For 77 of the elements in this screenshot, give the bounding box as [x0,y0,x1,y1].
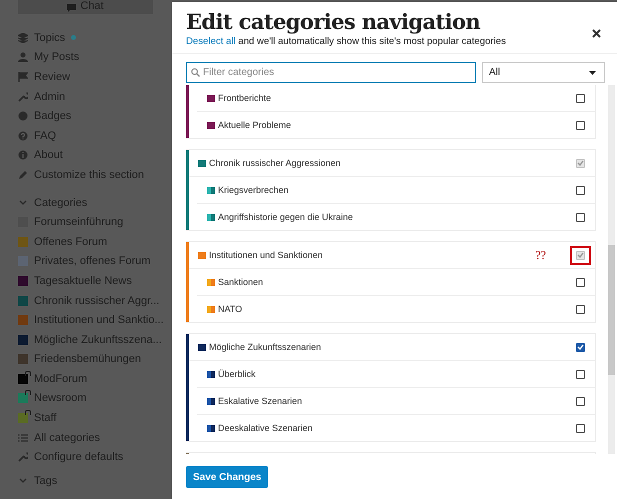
category-swatch-icon [207,214,215,220]
category-link[interactable]: Friedensbemühungen [34,353,142,366]
nav-link[interactable]: All categories [34,432,100,444]
category-link[interactable]: Privates, offenes Forum [34,255,151,268]
nav-link[interactable]: Badges [34,110,72,122]
category-name: Angriffshistorie gegen die Ukraine [218,212,354,222]
category-swatch-icon [207,398,215,404]
wrench-icon [18,452,28,462]
help-icon [18,130,28,141]
checkbox[interactable] [576,342,585,352]
nav-link[interactable]: Topics [34,32,66,44]
dialog-title: Edit categories navigation [186,10,482,34]
category-name: Institutionen und Sanktionen [209,250,324,260]
category-name: Frontberichte [218,93,272,103]
list-icon [18,432,28,443]
nav-link[interactable]: FAQ [34,130,56,142]
category-link[interactable]: Staff [34,412,56,424]
checkbox[interactable] [576,396,585,406]
category-swatch-icon [207,370,215,378]
flag-icon [18,72,28,82]
annotation-text: ?? [535,248,546,262]
pencil-icon [18,170,28,180]
category-link[interactable]: Tagesaktuelle News [34,274,132,287]
checkbox[interactable] [576,424,585,432]
info-icon [18,150,28,160]
category-link[interactable]: Newsroom [34,392,87,404]
category-swatch-icon [207,122,215,128]
close-icon [592,28,600,38]
category-swatch-icon [207,278,215,286]
deselect-all-link[interactable]: Deselect all [186,36,236,47]
checkbox[interactable] [576,94,585,102]
nav-link[interactable]: Review [34,70,70,83]
caret-icon [589,70,596,74]
person-icon [18,52,28,62]
category-name: Kriegsverbrechen [218,185,290,195]
category-swatch-icon [207,186,215,194]
category-link[interactable]: Forumseinführung [34,216,124,228]
section-heading[interactable]: Categories [34,196,88,209]
save-changes-button[interactable]: Save Changes [186,466,268,488]
section-heading[interactable]: Tags [34,474,58,487]
checkbox[interactable] [576,370,585,378]
checkbox[interactable] [576,278,585,286]
category-name: Überblick [218,369,257,379]
wrench-icon [18,92,28,102]
category-link[interactable]: Offenes Forum [34,236,108,248]
category-name: Chronik russischer Aggressionen [209,158,342,168]
scope-dropdown[interactable]: All [482,62,605,83]
category-swatch-icon [207,424,215,432]
category-name: Sanktionen [218,277,264,287]
nav-link[interactable]: Configure defaults [34,451,124,464]
nav-link[interactable]: Admin [34,90,66,103]
dialog-subtitle: Deselect all and we'll automatically show this site's most popular categories [186,36,506,47]
category-name: Aktuelle Probleme [218,120,292,130]
category-swatch-icon [207,306,215,312]
checkbox[interactable] [576,186,585,194]
category-link[interactable]: Chronik russischer Aggr... [34,294,160,307]
chevron-down-icon [19,478,27,484]
checkbox[interactable] [576,304,585,314]
category-link[interactable]: Institutionen und Sanktio... [34,314,164,326]
category-name: Deeskalative Szenarien [218,423,314,433]
category-link[interactable]: ModForum [34,372,88,385]
layers-icon [18,32,28,43]
category-swatch-icon [207,94,215,102]
checkbox[interactable] [576,120,585,130]
scrollbar[interactable] [608,85,615,454]
category-name: Mögliche Zukunftsszenarien [209,342,322,352]
nav-link[interactable]: About [34,149,63,162]
category-name: NATO [218,304,244,314]
filter-field[interactable]: Filter categories [186,62,476,83]
checkbox[interactable] [576,212,585,222]
nav-link[interactable]: My Posts [34,51,80,64]
chat-bubble-icon [67,4,76,12]
category-link[interactable]: Mögliche Zukunftsszena... [34,334,162,346]
category-name: Eskalative Szenarien [218,396,304,406]
circle-icon [18,111,28,122]
nav-link[interactable]: Customize this section [34,168,144,181]
chevron-down-icon [19,200,27,206]
